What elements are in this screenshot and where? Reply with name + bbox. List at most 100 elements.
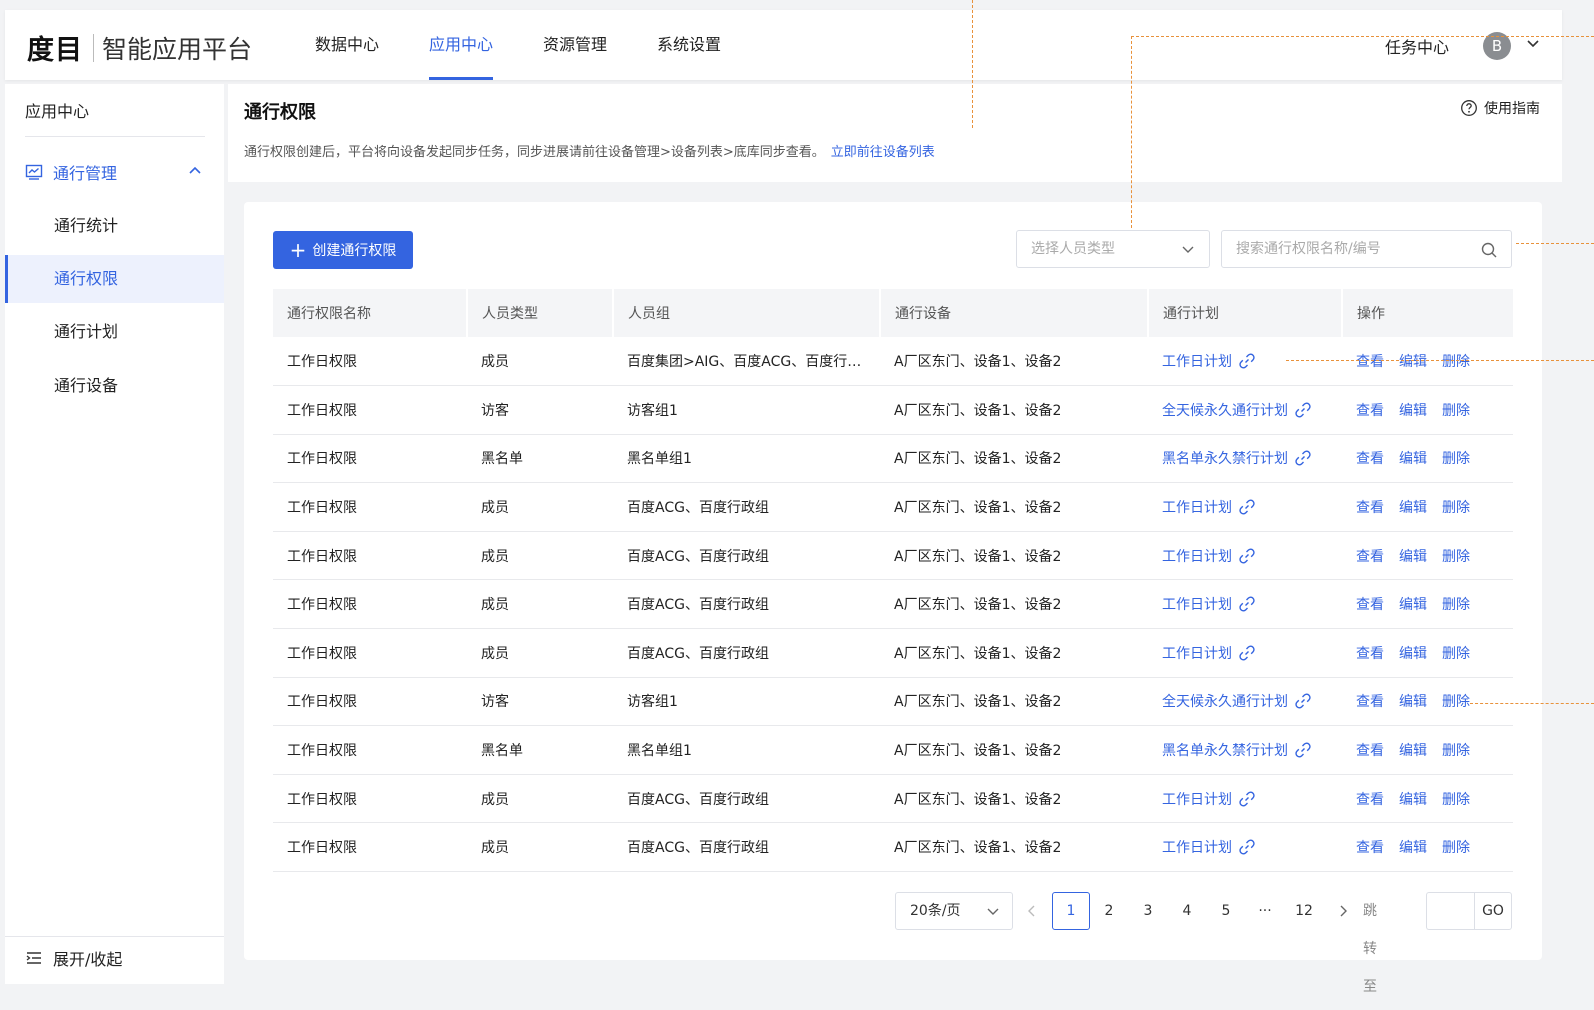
plan-link[interactable]: 工作日计划 bbox=[1162, 497, 1256, 517]
edit-button[interactable]: 编辑 bbox=[1399, 694, 1427, 710]
plan-link[interactable]: 工作日计划 bbox=[1162, 789, 1256, 809]
link-icon bbox=[1239, 596, 1255, 612]
view-button[interactable]: 查看 bbox=[1356, 694, 1384, 710]
cell-plan: 全天候永久通行计划 bbox=[1148, 677, 1342, 727]
delete-button[interactable]: 删除 bbox=[1442, 549, 1470, 565]
delete-button[interactable]: 删除 bbox=[1442, 403, 1470, 419]
chevron-up-icon[interactable] bbox=[187, 163, 203, 179]
page-5[interactable]: 5 bbox=[1210, 892, 1242, 930]
table-row[interactable]: 工作日权限 成员 百度ACG、百度行政组 A厂区东门、设备1、设备2 工作日计划 查看 编辑… bbox=[273, 628, 1513, 678]
view-button[interactable]: 查看 bbox=[1356, 549, 1384, 565]
table-row[interactable]: 工作日权限 成员 百度集团>AIG、百度ACG、百度行… A厂区东门、设备1、设备2 工… bbox=[273, 337, 1513, 387]
cell-person-group: 百度ACG、百度行政组 bbox=[613, 482, 880, 532]
edit-button[interactable]: 编辑 bbox=[1399, 500, 1427, 516]
go-button[interactable]: GO bbox=[1474, 892, 1512, 930]
cell-plan: 黑名单永久禁行计划 bbox=[1148, 434, 1342, 484]
delete-button[interactable]: 删除 bbox=[1442, 743, 1470, 759]
table-row[interactable]: 工作日权限 成员 百度ACG、百度行政组 A厂区东门、设备1、设备2 工作日计划 查看 编辑… bbox=[273, 822, 1513, 873]
edit-button[interactable]: 编辑 bbox=[1399, 792, 1427, 808]
sidebar-group-access-management[interactable]: 通行管理 bbox=[5, 150, 224, 194]
view-button[interactable]: 查看 bbox=[1356, 743, 1384, 759]
sidebar-toggle[interactable]: 展开/收起 bbox=[25, 946, 122, 970]
table-row[interactable]: 工作日权限 成员 百度ACG、百度行政组 A厂区东门、设备1、设备2 工作日计划 查看 编辑… bbox=[273, 531, 1513, 581]
table-row[interactable]: 工作日权限 成员 百度ACG、百度行政组 A厂区东门、设备1、设备2 工作日计划 查看 编辑… bbox=[273, 482, 1513, 532]
view-button[interactable]: 查看 bbox=[1356, 500, 1384, 516]
delete-button[interactable]: 删除 bbox=[1442, 646, 1470, 662]
page-12[interactable]: 12 bbox=[1287, 892, 1321, 930]
plan-link[interactable]: 工作日计划 bbox=[1162, 351, 1256, 371]
view-button[interactable]: 查看 bbox=[1356, 403, 1384, 419]
nav-data-center[interactable]: 数据中心 bbox=[315, 10, 379, 80]
sidebar-item-access-stats[interactable]: 通行统计 bbox=[5, 202, 224, 250]
view-button[interactable]: 查看 bbox=[1356, 597, 1384, 613]
device-list-link[interactable]: 立即前往设备列表 bbox=[831, 145, 935, 160]
person-type-select[interactable]: 选择人员类型 bbox=[1016, 230, 1210, 268]
edit-button[interactable]: 编辑 bbox=[1399, 354, 1427, 370]
edit-button[interactable]: 编辑 bbox=[1399, 549, 1427, 565]
edit-button[interactable]: 编辑 bbox=[1399, 743, 1427, 759]
plan-link[interactable]: 工作日计划 bbox=[1162, 546, 1256, 566]
plan-link[interactable]: 工作日计划 bbox=[1162, 594, 1256, 614]
view-button[interactable]: 查看 bbox=[1356, 451, 1384, 467]
page-ellipsis[interactable]: ··· bbox=[1249, 892, 1281, 930]
plan-link[interactable]: 工作日计划 bbox=[1162, 837, 1256, 857]
sidebar-item-access-devices[interactable]: 通行设备 bbox=[5, 362, 224, 410]
page-1[interactable]: 1 bbox=[1052, 892, 1090, 930]
nav-app-center[interactable]: 应用中心 bbox=[429, 10, 494, 80]
search-icon[interactable] bbox=[1481, 242, 1497, 258]
view-button[interactable]: 查看 bbox=[1356, 354, 1384, 370]
brand[interactable]: 度目 智能应用平台 bbox=[27, 28, 252, 67]
cell-person-type: 访客 bbox=[467, 385, 613, 435]
page-size-select[interactable]: 20条/页 bbox=[895, 892, 1013, 930]
cell-plan: 工作日计划 bbox=[1148, 531, 1342, 581]
cell-actions: 查看 编辑 删除 bbox=[1342, 531, 1513, 581]
table-row[interactable]: 工作日权限 成员 百度ACG、百度行政组 A厂区东门、设备1、设备2 工作日计划 查看 编辑… bbox=[273, 579, 1513, 630]
plan-link[interactable]: 黑名单永久禁行计划 bbox=[1162, 740, 1312, 760]
table-row[interactable]: 工作日权限 访客 访客组1 A厂区东门、设备1、设备2 全天候永久通行计划 查看 编辑 删除 bbox=[273, 677, 1513, 727]
chevron-left-icon[interactable] bbox=[1025, 904, 1039, 918]
edit-button[interactable]: 编辑 bbox=[1399, 451, 1427, 467]
page-4[interactable]: 4 bbox=[1171, 892, 1203, 930]
table-row[interactable]: 工作日权限 访客 访客组1 A厂区东门、设备1、设备2 全天候永久通行计划 查看 编辑 删除 bbox=[273, 385, 1513, 435]
plan-link[interactable]: 全天候永久通行计划 bbox=[1162, 691, 1312, 711]
page-3[interactable]: 3 bbox=[1132, 892, 1164, 930]
delete-button[interactable]: 删除 bbox=[1442, 500, 1470, 516]
person-group-text: 百度ACG、百度行政组 bbox=[627, 840, 769, 857]
view-button[interactable]: 查看 bbox=[1356, 840, 1384, 856]
sidebar-title: 应用中心 bbox=[25, 102, 90, 121]
task-center-link[interactable]: 任务中心 bbox=[1385, 34, 1449, 58]
plan-link[interactable]: 全天候永久通行计划 bbox=[1162, 400, 1312, 420]
delete-button[interactable]: 删除 bbox=[1442, 451, 1470, 467]
annotation-line bbox=[972, 0, 973, 128]
table-row[interactable]: 工作日权限 黑名单 黑名单组1 A厂区东门、设备1、设备2 黑名单永久禁行计划 查看 编辑删… bbox=[273, 725, 1513, 775]
view-button[interactable]: 查看 bbox=[1356, 646, 1384, 662]
person-group-text: 黑名单组1 bbox=[627, 451, 692, 468]
delete-button[interactable]: 删除 bbox=[1442, 694, 1470, 710]
nav-system-settings[interactable]: 系统设置 bbox=[657, 10, 721, 80]
cell-person-type: 成员 bbox=[467, 579, 613, 630]
search-box bbox=[1221, 230, 1512, 268]
jump-page-input[interactable] bbox=[1426, 892, 1474, 930]
edit-button[interactable]: 编辑 bbox=[1399, 403, 1427, 419]
edit-button[interactable]: 编辑 bbox=[1399, 597, 1427, 613]
nav-resource-management[interactable]: 资源管理 bbox=[543, 10, 607, 80]
plan-link[interactable]: 黑名单永久禁行计划 bbox=[1162, 448, 1312, 468]
table-row[interactable]: 工作日权限 黑名单 黑名单组1 A厂区东门、设备1、设备2 黑名单永久禁行计划 查看 编辑删… bbox=[273, 434, 1513, 484]
delete-button[interactable]: 删除 bbox=[1442, 840, 1470, 856]
page-2[interactable]: 2 bbox=[1093, 892, 1125, 930]
edit-button[interactable]: 编辑 bbox=[1399, 840, 1427, 856]
usage-guide-link[interactable]: 使用指南 bbox=[1460, 98, 1540, 118]
delete-button[interactable]: 删除 bbox=[1442, 792, 1470, 808]
edit-button[interactable]: 编辑 bbox=[1399, 646, 1427, 662]
sidebar-item-access-plans[interactable]: 通行计划 bbox=[5, 308, 224, 356]
view-button[interactable]: 查看 bbox=[1356, 792, 1384, 808]
create-permission-label: 创建通行权限 bbox=[312, 243, 397, 259]
chevron-right-icon[interactable] bbox=[1336, 904, 1350, 918]
delete-button[interactable]: 删除 bbox=[1442, 597, 1470, 613]
table-row[interactable]: 工作日权限 成员 百度ACG、百度行政组 A厂区东门、设备1、设备2 工作日计划 查看 编辑… bbox=[273, 774, 1513, 824]
create-permission-button[interactable]: + 创建通行权限 bbox=[273, 231, 413, 269]
plan-link[interactable]: 工作日计划 bbox=[1162, 643, 1256, 663]
delete-button[interactable]: 删除 bbox=[1442, 354, 1470, 370]
search-input[interactable] bbox=[1236, 232, 1466, 266]
sidebar-item-access-permissions[interactable]: 通行权限 bbox=[5, 255, 224, 303]
